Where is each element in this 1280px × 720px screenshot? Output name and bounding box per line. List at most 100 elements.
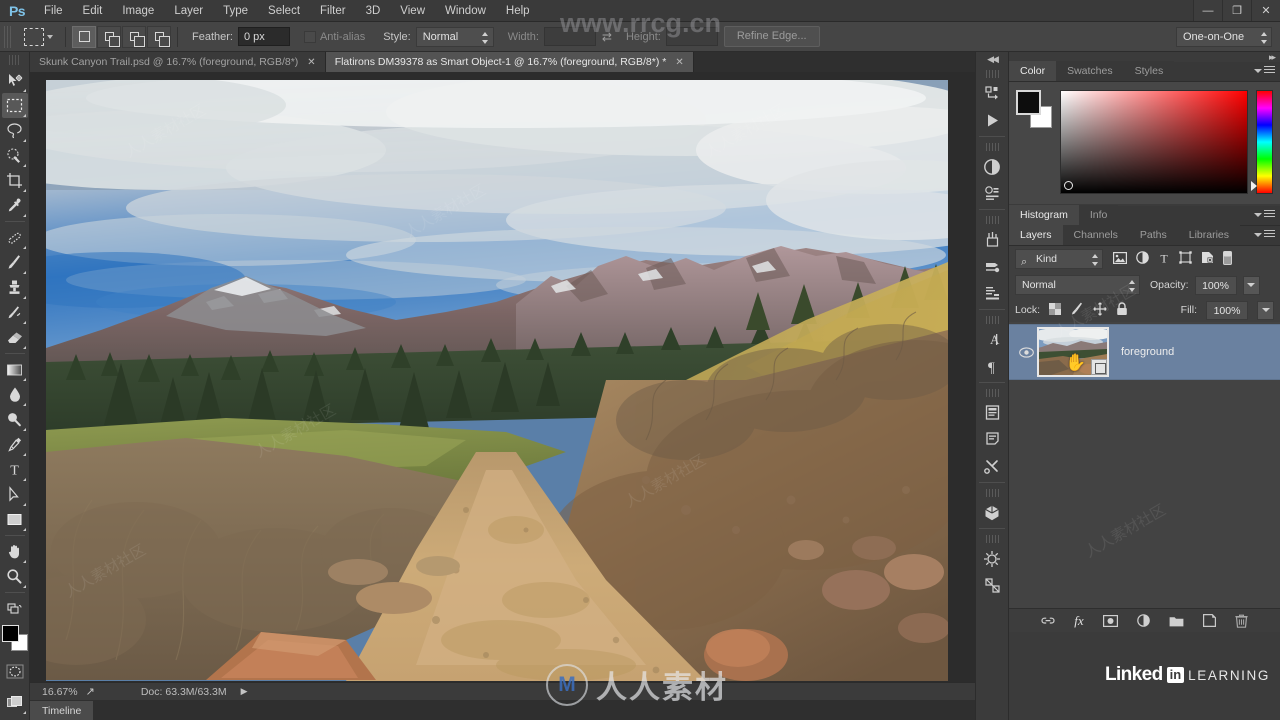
type-layers-filter-icon[interactable]: T <box>1158 251 1170 267</box>
layer-style-fx-icon[interactable]: fx <box>1074 613 1083 629</box>
toolbar-grip[interactable] <box>9 55 20 65</box>
style-select[interactable]: Normal <box>415 26 494 47</box>
timeline-panel-icon[interactable] <box>978 545 1006 572</box>
menu-layer[interactable]: Layer <box>164 0 213 22</box>
tool-preset-picker[interactable] <box>18 27 59 46</box>
add-layer-mask-icon[interactable] <box>1102 614 1118 627</box>
layer-visibility-icon[interactable] <box>1015 346 1037 358</box>
character-styles-icon[interactable] <box>978 399 1006 426</box>
swap-dimensions-icon[interactable]: ⇄ <box>602 30 612 44</box>
options-bar-grip[interactable] <box>4 25 13 48</box>
canvas-area[interactable] <box>30 72 975 682</box>
menu-view[interactable]: View <box>390 0 435 22</box>
feather-input[interactable]: 0 px <box>237 27 290 46</box>
close-button[interactable]: ✕ <box>1251 0 1280 21</box>
new-selection-button[interactable] <box>72 25 96 48</box>
workspace-select[interactable]: One-on-One <box>1176 26 1272 47</box>
smart-object-filter-icon[interactable] <box>1201 251 1214 267</box>
eraser-tool[interactable] <box>2 325 28 350</box>
delete-layer-icon[interactable] <box>1235 614 1248 628</box>
clone-source-icon[interactable] <box>978 280 1006 307</box>
layers-panel-menu-button[interactable] <box>1254 230 1275 239</box>
menu-filter[interactable]: Filter <box>310 0 356 22</box>
lock-position-icon[interactable] <box>1093 301 1107 319</box>
menu-help[interactable]: Help <box>496 0 540 22</box>
tab-color[interactable]: Color <box>1009 61 1057 81</box>
hue-slider[interactable] <box>1251 90 1273 194</box>
layer-list[interactable]: ✋ foreground <box>1009 322 1280 608</box>
document-image[interactable] <box>46 80 948 681</box>
tab-histogram[interactable]: Histogram <box>1009 205 1079 225</box>
pixel-layers-filter-icon[interactable] <box>1113 251 1128 267</box>
fill-input[interactable]: 100% <box>1206 300 1248 320</box>
dock-group-grip[interactable] <box>985 389 999 397</box>
adjustment-layers-filter-icon[interactable] <box>1136 251 1149 267</box>
document-tab-flatirons[interactable]: Flatirons DM39378 as Smart Object-1 @ 16… <box>325 52 694 72</box>
hue-slider-handle[interactable] <box>1251 181 1257 191</box>
3d-panel-icon[interactable] <box>978 499 1006 526</box>
edit-toolbar-button[interactable] <box>2 596 28 621</box>
dock-group-grip[interactable] <box>985 316 999 324</box>
share-icon[interactable]: ↗ <box>86 685 103 698</box>
lock-transparent-pixels-icon[interactable] <box>1049 302 1062 318</box>
hand-tool[interactable] <box>2 539 28 564</box>
color-swatches[interactable] <box>1 625 28 651</box>
lock-all-icon[interactable] <box>1116 301 1128 319</box>
menu-edit[interactable]: Edit <box>73 0 113 22</box>
status-expand-icon[interactable]: ▶ <box>241 686 248 697</box>
layer-filter-kind-select[interactable]: ⌕ Kind <box>1015 249 1103 269</box>
foreground-color-swatch[interactable] <box>1 625 19 642</box>
tab-timeline[interactable]: Timeline <box>30 701 94 720</box>
minimize-button[interactable]: — <box>1193 0 1222 21</box>
history-brush-tool[interactable] <box>2 300 28 325</box>
new-group-icon[interactable] <box>1169 615 1184 627</box>
menu-select[interactable]: Select <box>258 0 310 22</box>
quick-mask-mode-button[interactable] <box>2 659 28 684</box>
color-picker-marker[interactable] <box>1064 181 1073 190</box>
menu-file[interactable]: File <box>34 0 73 22</box>
tool-presets-icon[interactable] <box>978 453 1006 480</box>
close-icon[interactable]: ✕ <box>675 57 683 68</box>
gradient-tool[interactable] <box>2 357 28 382</box>
tab-styles[interactable]: Styles <box>1123 61 1175 81</box>
history-panel-icon[interactable] <box>978 80 1006 107</box>
anti-alias-checkbox[interactable] <box>303 30 316 43</box>
dock-group-grip[interactable] <box>985 143 999 151</box>
document-tab-skunk-canyon[interactable]: Skunk Canyon Trail.psd @ 16.7% (foregrou… <box>30 52 326 72</box>
pen-tool[interactable] <box>2 432 28 457</box>
layer-row-foreground[interactable]: ✋ foreground <box>1009 324 1280 380</box>
screen-mode-button[interactable] <box>2 690 28 715</box>
crop-tool[interactable] <box>2 168 28 193</box>
height-input[interactable] <box>665 27 718 46</box>
opacity-stepper[interactable] <box>1242 275 1260 295</box>
dock-group-grip[interactable] <box>985 70 999 78</box>
zoom-tool[interactable] <box>2 564 28 589</box>
dock-group-grip[interactable] <box>985 535 999 543</box>
menu-type[interactable]: Type <box>213 0 258 22</box>
rectangle-tool[interactable] <box>2 507 28 532</box>
foreground-color-swatch[interactable] <box>1016 90 1041 115</box>
rectangular-marquee-tool[interactable] <box>1 93 28 118</box>
spot-healing-brush-tool[interactable] <box>2 225 28 250</box>
histogram-panel-menu-button[interactable] <box>1254 210 1275 219</box>
refine-edge-button[interactable]: Refine Edge... <box>723 26 820 47</box>
restore-button[interactable]: ❐ <box>1222 0 1251 21</box>
horizontal-type-tool[interactable]: T <box>2 457 28 482</box>
brush-presets-icon[interactable] <box>978 253 1006 280</box>
filter-toggle-icon[interactable] <box>1223 250 1232 268</box>
color-picker-field[interactable] <box>1060 90 1248 194</box>
menu-image[interactable]: Image <box>112 0 164 22</box>
character-panel-icon[interactable]: A <box>978 326 1006 353</box>
width-input[interactable] <box>543 27 596 46</box>
opacity-input[interactable]: 100% <box>1194 275 1237 295</box>
paragraph-styles-icon[interactable] <box>978 426 1006 453</box>
tab-channels[interactable]: Channels <box>1062 225 1129 245</box>
lasso-tool[interactable] <box>2 118 28 143</box>
layer-name[interactable]: foreground <box>1121 346 1174 358</box>
menu-window[interactable]: Window <box>435 0 496 22</box>
tab-paths[interactable]: Paths <box>1128 225 1178 245</box>
layer-thumbnail[interactable]: ✋ <box>1037 327 1109 377</box>
measurement-log-icon[interactable] <box>978 572 1006 599</box>
intersect-selection-button[interactable] <box>147 25 171 48</box>
lock-image-pixels-icon[interactable] <box>1070 302 1084 318</box>
